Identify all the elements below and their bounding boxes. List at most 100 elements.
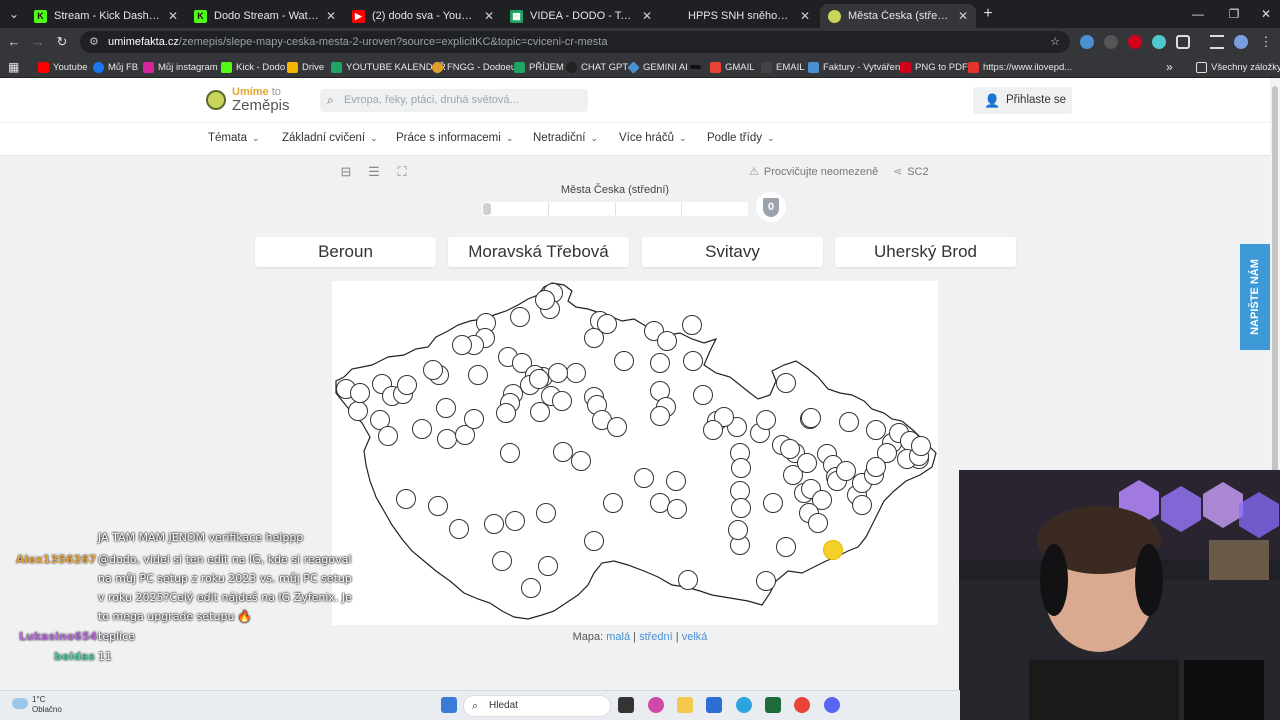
city-marker[interactable] [552, 391, 572, 411]
extension-icon[interactable] [1152, 35, 1166, 49]
city-marker[interactable] [682, 315, 702, 335]
login-button[interactable]: 👤 Přihlaste se [973, 87, 1072, 114]
city-marker[interactable] [776, 537, 796, 557]
city-marker[interactable] [597, 314, 617, 334]
city-marker[interactable] [449, 519, 469, 539]
tab-search-icon[interactable]: ⌄ [0, 0, 28, 28]
city-marker[interactable] [866, 457, 886, 477]
city-marker[interactable] [650, 406, 670, 426]
close-icon[interactable]: ✕ [168, 9, 178, 23]
edge-icon[interactable] [736, 697, 752, 713]
weather-widget[interactable]: 1°C Oblačno [12, 695, 62, 715]
city-marker[interactable] [548, 363, 568, 383]
outlook-icon[interactable] [706, 697, 722, 713]
city-marker[interactable] [348, 401, 368, 421]
tab-mesta-ceska[interactable]: Města Česka (střední) – Slepé mapy ✕ [820, 4, 976, 28]
city-marker[interactable] [350, 383, 370, 403]
file-explorer-icon[interactable] [677, 697, 693, 713]
all-bookmarks-button[interactable]: Všechny záložky [1196, 59, 1280, 75]
city-marker[interactable] [500, 443, 520, 463]
profile-avatar[interactable] [1234, 35, 1248, 49]
city-marker[interactable] [437, 429, 457, 449]
share-sc2[interactable]: ⋖ SC2 [893, 165, 929, 178]
city-marker[interactable] [776, 373, 796, 393]
menu-dots-icon[interactable]: ⋮ [1258, 34, 1274, 50]
reload-icon[interactable]: ↻ [54, 34, 70, 50]
bookmarks-more-button[interactable]: » [1166, 59, 1173, 75]
city-marker[interactable] [412, 419, 432, 439]
practice-unlimited-link[interactable]: ⚠ Procvičujte neomezeně [749, 165, 878, 178]
city-marker[interactable] [756, 571, 776, 591]
fullscreen-icon[interactable]: ⛶ [394, 164, 410, 180]
puzzle-icon[interactable] [1176, 35, 1190, 49]
taskbar-search[interactable]: ⌕ Hledat [463, 695, 611, 717]
city-marker[interactable] [756, 410, 776, 430]
extension-icon[interactable] [1128, 35, 1142, 49]
city-marker[interactable] [510, 307, 530, 327]
bookmark-item[interactable]: Drive [287, 59, 324, 75]
menu-zakladni-cviceni[interactable]: Základní cvičení ⌄ [282, 132, 378, 144]
bookmark-item[interactable]: Můj instagram [143, 59, 218, 75]
discord-icon[interactable] [824, 697, 840, 713]
city-marker[interactable] [731, 458, 751, 478]
city-marker[interactable] [780, 439, 800, 459]
city-marker[interactable] [492, 551, 512, 571]
city-marker[interactable] [536, 503, 556, 523]
blind-map[interactable] [332, 281, 938, 625]
bookmark-item[interactable]: Youtube [38, 59, 88, 75]
site-logo[interactable]: Umíme to Zeměpis [206, 86, 290, 114]
bookmark-item[interactable]: Faktury - Vytváření [808, 59, 903, 75]
bookmark-item[interactable]: CHAT GPT [566, 59, 628, 75]
tab-google-sheets[interactable]: ▦ VIDEA - DODO - Tabulky Google ✕ [502, 4, 660, 28]
city-marker[interactable] [521, 578, 541, 598]
city-marker[interactable] [634, 468, 654, 488]
city-marker[interactable] [678, 570, 698, 590]
tab-dodo-stream[interactable]: K Dodo Stream - Watch Live on Kick ✕ [186, 4, 344, 28]
city-marker[interactable] [836, 461, 856, 481]
menu-temata[interactable]: Témata ⌄ [208, 132, 260, 144]
bookmark-item[interactable]: FNGG - Dodoeu [432, 59, 516, 75]
copilot-icon[interactable] [648, 697, 664, 713]
bookmark-item[interactable]: YOUTUBE KALENDÁŘ [331, 59, 446, 75]
bookmark-item[interactable]: PNG to PDF [900, 59, 968, 75]
city-marker[interactable] [397, 375, 417, 395]
tab-kick-dashboard[interactable]: K Stream - Kick Dashboard ✕ [26, 4, 186, 28]
bookmark-star-icon[interactable]: ☆ [1050, 31, 1060, 53]
city-marker[interactable] [584, 531, 604, 551]
highlighted-city-marker[interactable] [823, 540, 843, 560]
city-marker[interactable] [603, 493, 623, 513]
city-marker[interactable] [703, 420, 723, 440]
city-marker[interactable] [650, 353, 670, 373]
city-marker[interactable] [452, 335, 472, 355]
city-marker[interactable] [731, 498, 751, 518]
minimize-icon[interactable]: — [1180, 0, 1216, 28]
city-marker[interactable] [530, 402, 550, 422]
city-marker[interactable] [839, 412, 859, 432]
city-marker[interactable] [693, 385, 713, 405]
map-size-medium-link[interactable]: střední [639, 631, 673, 643]
city-marker[interactable] [505, 511, 525, 531]
back-icon[interactable]: ← [6, 34, 22, 50]
city-marker[interactable] [667, 499, 687, 519]
bookmark-item[interactable]: GMAIL [710, 59, 755, 75]
tab-hpps[interactable]: HPPS SNH sněhoměrné stanice ✕ [660, 4, 818, 28]
city-marker[interactable] [436, 398, 456, 418]
reading-list-icon[interactable] [1210, 35, 1224, 49]
city-marker[interactable] [614, 351, 634, 371]
city-marker[interactable] [683, 351, 703, 371]
answer-option[interactable]: Moravská Třebová [448, 237, 629, 267]
city-marker[interactable] [566, 363, 586, 383]
city-marker[interactable] [464, 409, 484, 429]
city-marker[interactable] [423, 360, 443, 380]
menu-netradicni[interactable]: Netradiční ⌄ [533, 132, 598, 144]
city-marker[interactable] [607, 417, 627, 437]
bookmark-item[interactable]: https://www.ilovepd... [968, 59, 1072, 75]
bookmark-item[interactable]: EMAIL [761, 59, 805, 75]
feedback-button[interactable]: NAPIŠTE NÁM [1240, 244, 1270, 350]
close-icon[interactable]: ✕ [326, 9, 336, 23]
extension-icon[interactable] [1104, 35, 1118, 49]
tab-youtube[interactable]: ▶ (2) dodo sva - YouTube ✕ [344, 4, 502, 28]
extension-icon[interactable] [1080, 35, 1094, 49]
city-marker[interactable] [911, 436, 931, 456]
city-marker[interactable] [801, 408, 821, 428]
